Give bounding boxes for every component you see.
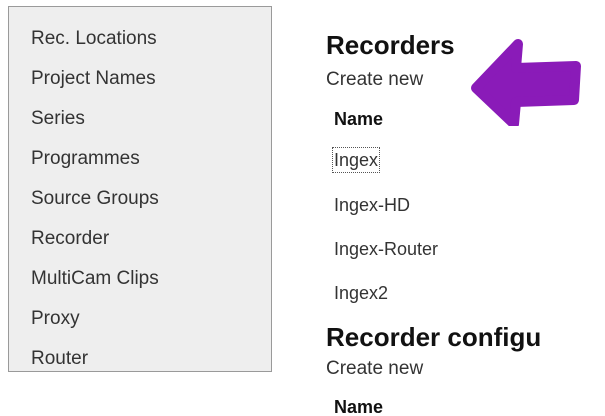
recorder-row-ingex-hd[interactable]: Ingex-HD bbox=[334, 194, 410, 216]
sidebar-item-router[interactable]: Router bbox=[31, 349, 271, 369]
sidebar-item-proxy[interactable]: Proxy bbox=[31, 309, 271, 329]
sidebar-item-source-groups[interactable]: Source Groups bbox=[31, 189, 271, 209]
sidebar-nav: Rec. Locations Project Names Series Prog… bbox=[8, 6, 272, 372]
recorders-name-column-header: Name bbox=[334, 109, 384, 129]
sidebar-list: Rec. Locations Project Names Series Prog… bbox=[9, 7, 271, 369]
recorders-heading: Recorders bbox=[326, 30, 455, 60]
sidebar-item-series[interactable]: Series bbox=[31, 109, 271, 129]
sidebar-item-programmes[interactable]: Programmes bbox=[31, 149, 271, 169]
left-arrow-icon bbox=[471, 39, 581, 126]
sidebar-item-project-names[interactable]: Project Names bbox=[31, 69, 271, 89]
recorder-row-ingex2[interactable]: Ingex2 bbox=[334, 282, 388, 304]
recorder-config-name-column-header: Name bbox=[334, 397, 384, 416]
sidebar-item-multicam-clips[interactable]: MultiCam Clips bbox=[31, 269, 271, 289]
recorder-row-ingex-router[interactable]: Ingex-Router bbox=[334, 238, 438, 260]
recorder-row-ingex[interactable]: Ingex bbox=[331, 147, 381, 173]
recorder-config-heading: Recorder configu bbox=[326, 322, 542, 352]
recorders-create-new-link[interactable]: Create new bbox=[326, 69, 423, 91]
sidebar-item-recorder[interactable]: Recorder bbox=[31, 229, 271, 249]
arrow-shape bbox=[471, 39, 581, 126]
sidebar-item-rec-locations[interactable]: Rec. Locations bbox=[31, 29, 271, 49]
recorder-config-create-new-link[interactable]: Create new bbox=[326, 358, 423, 380]
